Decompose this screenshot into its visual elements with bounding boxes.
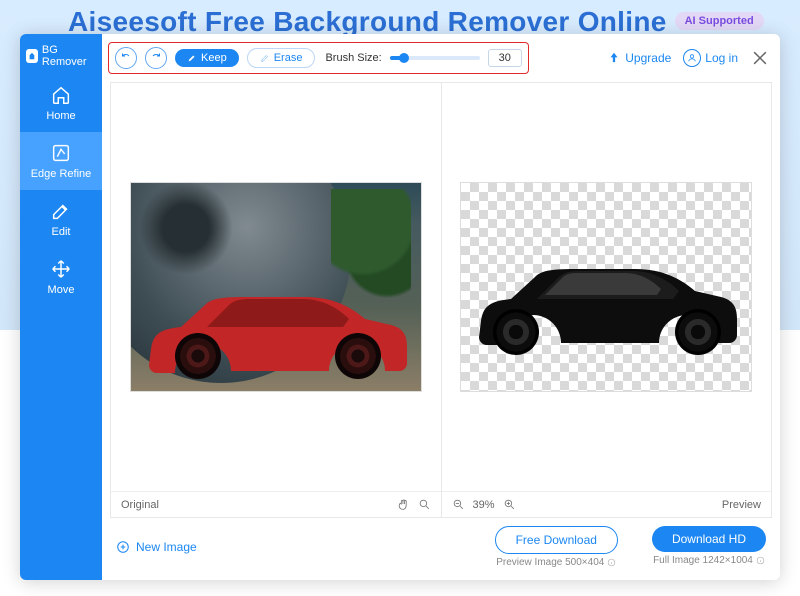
info-icon [756, 556, 765, 565]
edit-icon [50, 200, 72, 222]
download-group: Free Download Preview Image 500×404 Down… [495, 526, 766, 568]
original-label: Original [121, 499, 159, 511]
move-icon [50, 258, 72, 280]
erase-tool-button[interactable]: Erase [247, 48, 316, 68]
new-image-label: New Image [136, 540, 197, 554]
zoom-value: 39% [473, 499, 495, 511]
preview-footer: 39% Preview [442, 491, 772, 517]
sidebar-item-label: Edge Refine [31, 168, 92, 180]
wheel-icon [675, 309, 721, 355]
upgrade-icon [607, 51, 621, 65]
original-footer: Original [111, 491, 441, 517]
app-window: BG Remover Home Edge Refine Edit Move [20, 34, 780, 580]
keep-tool-button[interactable]: Keep [175, 49, 239, 67]
hand-tool-icon[interactable] [397, 498, 410, 511]
topbar: Keep Erase Brush Size: 30 Upgrade [102, 34, 780, 82]
brush-size-slider[interactable] [390, 56, 480, 60]
zoom-in-icon[interactable] [503, 498, 516, 511]
info-icon [607, 558, 616, 567]
keep-label: Keep [201, 52, 227, 64]
upgrade-link[interactable]: Upgrade [607, 51, 671, 65]
tool-group: Keep Erase Brush Size: 30 [108, 42, 529, 74]
sidebar-item-label: Move [48, 284, 75, 296]
login-link[interactable]: Log in [683, 49, 738, 67]
workspace: Original [102, 82, 780, 518]
brush-size-label: Brush Size: [325, 52, 381, 64]
undo-button[interactable] [115, 47, 137, 69]
brush-keep-icon [187, 53, 197, 63]
main-area: Keep Erase Brush Size: 30 Upgrade [102, 34, 780, 580]
ai-supported-badge: AI Supported [675, 12, 764, 30]
edge-refine-icon [50, 142, 72, 164]
hd-download-meta: Full Image 1242×1004 [653, 555, 765, 566]
wheel-icon [335, 333, 381, 379]
free-download-button[interactable]: Free Download [495, 526, 618, 554]
sidebar-item-edge-refine[interactable]: Edge Refine [20, 132, 102, 190]
preview-image [460, 182, 752, 392]
original-canvas[interactable] [111, 83, 441, 491]
car-selected [143, 287, 411, 379]
wheel-icon [493, 309, 539, 355]
original-panel: Original [110, 82, 441, 518]
close-button[interactable] [750, 48, 770, 68]
brand-icon [26, 49, 38, 63]
wheel-icon [175, 333, 221, 379]
brush-erase-icon [260, 53, 270, 63]
zoom-icon[interactable] [418, 498, 431, 511]
sidebar-item-edit[interactable]: Edit [20, 190, 102, 248]
sidebar-item-move[interactable]: Move [20, 248, 102, 306]
sidebar-item-label: Home [46, 110, 75, 122]
original-image [130, 182, 422, 392]
slider-thumb[interactable] [399, 53, 409, 63]
erase-label: Erase [274, 52, 303, 64]
sidebar-item-label: Edit [52, 226, 71, 238]
preview-panel: 39% Preview [441, 82, 773, 518]
brand-label: BG Remover [42, 44, 96, 68]
redo-button[interactable] [145, 47, 167, 69]
home-icon [50, 84, 72, 106]
app-brand: BG Remover [20, 40, 102, 74]
download-hd-button[interactable]: Download HD [652, 526, 766, 552]
free-download-meta: Preview Image 500×404 [496, 557, 616, 568]
tree-shape [331, 189, 411, 299]
preview-canvas[interactable] [442, 83, 772, 491]
plus-circle-icon [116, 540, 130, 554]
sidebar-item-home[interactable]: Home [20, 74, 102, 132]
upgrade-label: Upgrade [625, 51, 671, 65]
new-image-button[interactable]: New Image [116, 540, 197, 554]
login-label: Log in [705, 51, 738, 65]
sidebar: BG Remover Home Edge Refine Edit Move [20, 34, 102, 580]
zoom-out-icon[interactable] [452, 498, 465, 511]
user-icon [683, 49, 701, 67]
account-area: Upgrade Log in [607, 48, 770, 68]
preview-label: Preview [722, 499, 761, 511]
brush-size-input[interactable]: 30 [488, 49, 522, 67]
bottombar: New Image Free Download Preview Image 50… [102, 518, 780, 580]
